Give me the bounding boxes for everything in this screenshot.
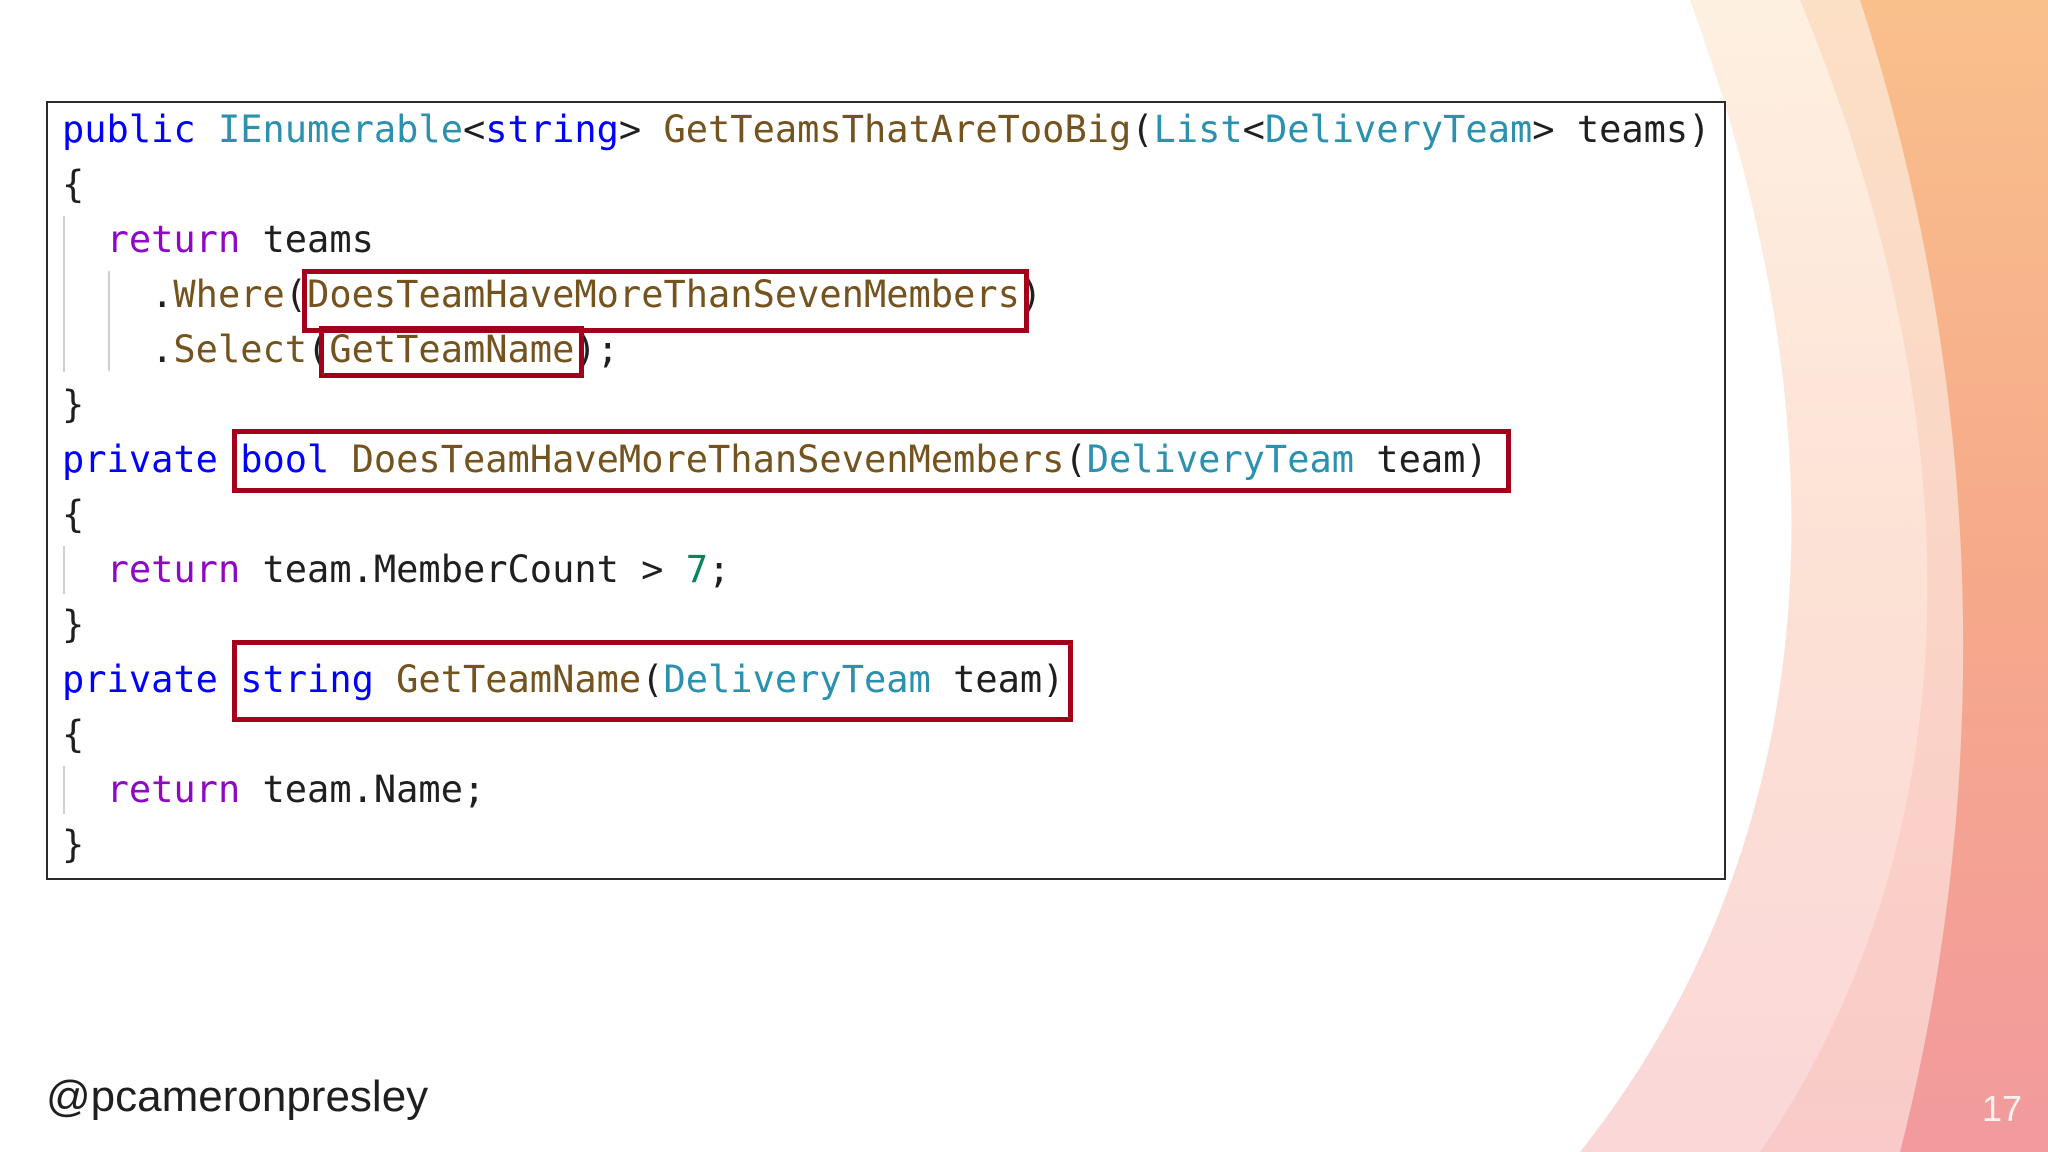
code-token: string [485,108,619,151]
code-token: < [1242,108,1265,151]
code-token: teams [240,218,374,261]
highlight-where-predicate [302,269,1029,333]
code-line: { [62,492,84,538]
highlight-select-selector [319,326,584,378]
code-token: 7 [685,548,709,591]
code-token: public [62,108,196,151]
code-token: team.MemberCount > [240,548,686,591]
code-token: private [62,438,218,481]
code-token: < [462,108,486,151]
code-token: } [62,603,85,646]
code-token: DeliveryTeam [1264,108,1533,151]
code-token: team.Name; [240,768,486,811]
slide-number: 17 [1981,1088,2022,1129]
code-token: ; [708,548,731,591]
indent-guide [63,766,65,814]
code-token: { [62,713,85,756]
code-token: > teams) [1532,108,1711,151]
code-token: Select [173,328,308,371]
code-token: { [62,163,85,206]
code-line: return team.MemberCount > 7; [62,547,731,593]
code-line: } [62,382,84,428]
code-line: } [62,602,84,648]
code-screenshot-panel: public IEnumerable<string> GetTeamsThatA… [46,101,1726,880]
indent-guide [63,546,65,594]
code-line: } [62,822,84,868]
code-token: List [1153,108,1243,151]
code-token: } [62,823,85,866]
code-token: } [62,383,85,426]
code-token: return [106,218,241,261]
code-token: private [62,658,218,701]
indent-guide [108,271,110,371]
twitter-handle: @pcameronpresley [46,1072,429,1121]
code-line: { [62,712,84,758]
code-token: return [106,548,241,591]
code-token: . [62,328,174,371]
code-line: return team.Name; [62,767,486,813]
code-line: public IEnumerable<string> GetTeamsThatA… [62,107,1710,153]
code-token: . [62,273,174,316]
code-token: GetTeamsThatAreTooBig [663,108,1132,151]
code-token: ( [1131,108,1154,151]
code-token: IEnumerable [217,108,463,151]
highlight-selector-signature [232,640,1073,722]
code-token: > [618,108,664,151]
indent-guide [63,216,65,372]
code-token: Where [173,273,285,316]
highlight-predicate-signature [232,429,1511,493]
code-token: { [62,493,85,536]
code-line: return teams [62,217,374,263]
code-line: { [62,162,84,208]
code-token: return [106,768,241,811]
